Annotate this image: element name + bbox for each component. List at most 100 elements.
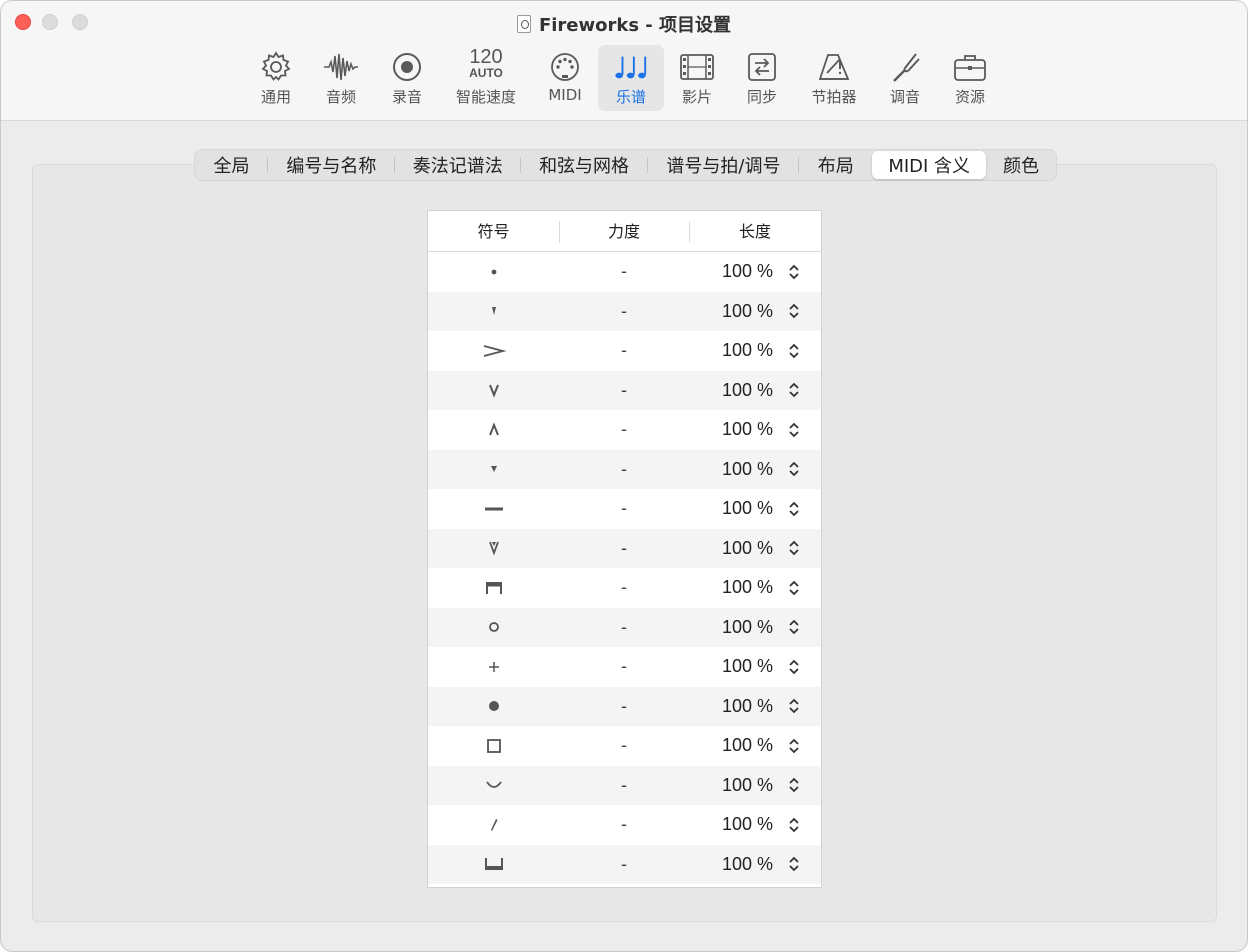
staccatissimo-wedge-icon bbox=[428, 292, 559, 332]
length-value[interactable]: 100 % bbox=[713, 450, 773, 490]
table-row[interactable]: -100 % bbox=[428, 607, 821, 648]
table-row[interactable]: -100 % bbox=[428, 726, 821, 766]
table-row[interactable]: -100 % bbox=[428, 844, 821, 885]
length-value[interactable]: 100 % bbox=[713, 845, 773, 885]
toolbar-item-assets[interactable]: 资源 bbox=[939, 45, 1001, 111]
length-stepper-icon[interactable] bbox=[786, 805, 802, 845]
toolbar-item-movie[interactable]: 影片 bbox=[667, 45, 727, 111]
length-value[interactable]: 100 % bbox=[713, 292, 773, 332]
length-value[interactable]: 100 % bbox=[713, 647, 773, 687]
down-bow-icon bbox=[428, 568, 559, 608]
length-value[interactable]: 100 % bbox=[713, 410, 773, 450]
toolbar-label-metronome: 节拍器 bbox=[811, 88, 857, 106]
velocity-value[interactable]: - bbox=[559, 726, 689, 766]
table-row[interactable]: -100 % bbox=[428, 489, 821, 529]
length-stepper-icon[interactable] bbox=[786, 608, 802, 648]
length-value[interactable]: 100 % bbox=[713, 726, 773, 766]
table-row[interactable]: -100 % bbox=[428, 291, 821, 332]
table-row[interactable]: -100 % bbox=[428, 528, 821, 569]
length-value[interactable]: 100 % bbox=[713, 766, 773, 806]
table-row[interactable]: -100 % bbox=[428, 449, 821, 490]
velocity-value[interactable]: - bbox=[559, 371, 689, 411]
length-stepper-icon[interactable] bbox=[786, 529, 802, 569]
toolbar-item-sync[interactable]: 同步 bbox=[732, 45, 792, 111]
toolbar-item-tuning[interactable]: 调音 bbox=[875, 45, 935, 111]
toolbar-item-metronome[interactable]: 节拍器 bbox=[803, 45, 865, 111]
length-value[interactable]: 100 % bbox=[713, 608, 773, 648]
table-row[interactable]: -100 % bbox=[428, 686, 821, 727]
project-settings-window: Fireworks - 项目设置 通用 音频 录音 120 AUTO 智能速度 … bbox=[0, 0, 1248, 952]
table-row[interactable]: -100 % bbox=[428, 410, 821, 450]
toolbar-label-midi: MIDI bbox=[548, 86, 582, 104]
window-title: Fireworks - 项目设置 bbox=[1, 11, 1247, 37]
length-stepper-icon[interactable] bbox=[786, 687, 802, 727]
length-value[interactable]: 100 % bbox=[713, 687, 773, 727]
tab-articulation-notation[interactable]: 奏法记谱法 bbox=[395, 151, 521, 179]
velocity-value[interactable]: - bbox=[559, 489, 689, 529]
staccato-dot-icon bbox=[428, 252, 559, 292]
column-header-symbol[interactable]: 符号 bbox=[428, 211, 559, 252]
tab-colors[interactable]: 颜色 bbox=[986, 151, 1056, 179]
velocity-value[interactable]: - bbox=[559, 687, 689, 727]
tab-label: 颜色 bbox=[1003, 156, 1040, 177]
gear-icon bbox=[258, 49, 294, 85]
table-row[interactable]: -100 % bbox=[428, 765, 821, 806]
toolbar-item-recording[interactable]: 录音 bbox=[377, 45, 437, 111]
tab-numbers-names[interactable]: 编号与名称 bbox=[268, 151, 395, 179]
tab-clefs-signatures[interactable]: 谱号与拍/调号 bbox=[648, 151, 800, 179]
toolbar-item-midi[interactable]: MIDI bbox=[535, 45, 595, 111]
length-stepper-icon[interactable] bbox=[786, 489, 802, 529]
metronome-icon bbox=[816, 49, 852, 85]
table-row[interactable]: -100 % bbox=[428, 252, 821, 292]
length-stepper-icon[interactable] bbox=[786, 450, 802, 490]
column-header-velocity[interactable]: 力度 bbox=[559, 211, 689, 252]
tab-layout[interactable]: 布局 bbox=[799, 151, 872, 179]
toolbar-label-assets: 资源 bbox=[954, 88, 985, 106]
velocity-value[interactable]: - bbox=[559, 410, 689, 450]
toolbar-item-general[interactable]: 通用 bbox=[245, 45, 307, 111]
tenuto-icon bbox=[428, 489, 559, 529]
velocity-value[interactable]: - bbox=[559, 252, 689, 292]
velocity-value[interactable]: - bbox=[559, 647, 689, 687]
length-stepper-icon[interactable] bbox=[786, 766, 802, 806]
length-value[interactable]: 100 % bbox=[713, 529, 773, 569]
velocity-value[interactable]: - bbox=[559, 608, 689, 648]
length-stepper-icon[interactable] bbox=[786, 331, 802, 371]
velocity-value[interactable]: - bbox=[559, 529, 689, 569]
toolbar-item-score[interactable]: 乐谱 bbox=[598, 45, 664, 111]
table-row[interactable]: -100 % bbox=[428, 647, 821, 687]
column-header-length[interactable]: 长度 bbox=[689, 211, 821, 252]
length-stepper-icon[interactable] bbox=[786, 371, 802, 411]
arc-breath-icon bbox=[428, 766, 559, 806]
length-value[interactable]: 100 % bbox=[713, 489, 773, 529]
velocity-value[interactable]: - bbox=[559, 292, 689, 332]
length-stepper-icon[interactable] bbox=[786, 647, 802, 687]
table-row[interactable]: -100 % bbox=[428, 568, 821, 608]
velocity-value[interactable]: - bbox=[559, 331, 689, 371]
velocity-value[interactable]: - bbox=[559, 845, 689, 885]
velocity-value[interactable]: - bbox=[559, 766, 689, 806]
toolbar-item-smart-tempo[interactable]: 120 AUTO 智能速度 bbox=[447, 45, 525, 111]
tab-chords-grids[interactable]: 和弦与网格 bbox=[521, 151, 648, 179]
velocity-value[interactable]: - bbox=[559, 805, 689, 845]
toolbar-label-audio: 音频 bbox=[325, 88, 356, 106]
length-stepper-icon[interactable] bbox=[786, 410, 802, 450]
tab-midi-meaning[interactable]: MIDI 含义 bbox=[872, 151, 987, 179]
length-value[interactable]: 100 % bbox=[713, 568, 773, 608]
length-stepper-icon[interactable] bbox=[786, 568, 802, 608]
table-row[interactable]: -100 % bbox=[428, 370, 821, 411]
length-stepper-icon[interactable] bbox=[786, 292, 802, 332]
length-value[interactable]: 100 % bbox=[713, 331, 773, 371]
table-row[interactable]: -100 % bbox=[428, 805, 821, 845]
length-stepper-icon[interactable] bbox=[786, 845, 802, 885]
toolbar-item-audio[interactable]: 音频 bbox=[311, 45, 371, 111]
length-value[interactable]: 100 % bbox=[713, 371, 773, 411]
length-value[interactable]: 100 % bbox=[713, 805, 773, 845]
length-value[interactable]: 100 % bbox=[713, 252, 773, 292]
velocity-value[interactable]: - bbox=[559, 450, 689, 490]
table-row[interactable]: -100 % bbox=[428, 331, 821, 371]
length-stepper-icon[interactable] bbox=[786, 726, 802, 766]
velocity-value[interactable]: - bbox=[559, 568, 689, 608]
tab-global[interactable]: 全局 bbox=[195, 151, 268, 179]
length-stepper-icon[interactable] bbox=[786, 252, 802, 292]
